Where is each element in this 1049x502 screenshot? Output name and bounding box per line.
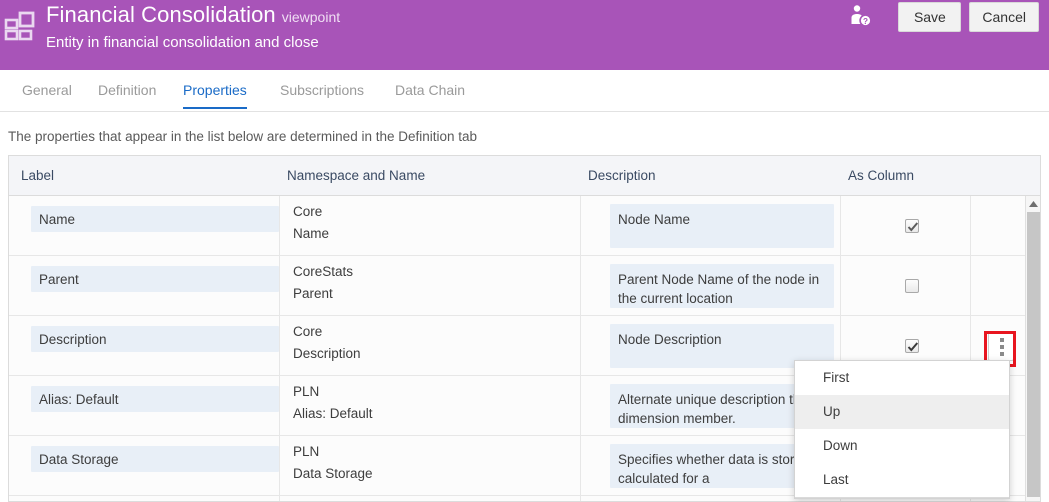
title-line: Financial Consolidation viewpoint bbox=[46, 2, 340, 28]
column-header-description[interactable]: Description bbox=[588, 168, 656, 183]
page-subtitle: Entity in financial consolidation and cl… bbox=[46, 34, 340, 51]
application-window: Financial Consolidation viewpoint Entity … bbox=[0, 0, 1049, 502]
name-value: Data Storage bbox=[293, 466, 373, 481]
row-actions-context-menu: First Up Down Last bbox=[794, 360, 1010, 499]
grid-squares-icon bbox=[4, 9, 36, 41]
menu-item-down[interactable]: Down bbox=[795, 429, 1009, 463]
namespace-value: CoreStats bbox=[293, 264, 353, 279]
header-title-block: Financial Consolidation viewpoint Entity … bbox=[46, 2, 340, 51]
save-button[interactable]: Save bbox=[898, 2, 961, 32]
page-title-suffix: viewpoint bbox=[282, 9, 340, 25]
cell-divider bbox=[580, 316, 581, 375]
description-value[interactable]: Node Name bbox=[610, 204, 834, 248]
as-column-checkbox[interactable] bbox=[905, 219, 919, 233]
name-value: Description bbox=[293, 346, 361, 361]
name-value: Name bbox=[293, 226, 329, 241]
label-value[interactable]: Alias: Default bbox=[31, 386, 279, 412]
cell-divider bbox=[279, 496, 280, 501]
cell-divider bbox=[580, 376, 581, 435]
as-column-checkbox[interactable] bbox=[905, 339, 919, 353]
cell-divider bbox=[279, 436, 280, 495]
namespace-value: PLN bbox=[293, 444, 319, 459]
cell-divider bbox=[580, 496, 581, 501]
cell-divider bbox=[279, 376, 280, 435]
menu-item-first[interactable]: First bbox=[795, 361, 1009, 395]
label-value[interactable]: Parent bbox=[31, 266, 279, 292]
svg-text:?: ? bbox=[863, 17, 868, 26]
name-value: Alias: Default bbox=[293, 406, 373, 421]
page-header: Financial Consolidation viewpoint Entity … bbox=[0, 0, 1049, 70]
cell-divider bbox=[580, 196, 581, 255]
cell-divider bbox=[279, 196, 280, 255]
table-vertical-scrollbar[interactable] bbox=[1025, 196, 1040, 501]
cell-divider bbox=[279, 256, 280, 315]
row-actions-menu-button[interactable] bbox=[988, 331, 1014, 361]
kebab-dot-icon bbox=[1000, 338, 1004, 342]
cell-divider bbox=[970, 196, 971, 255]
page-title: Financial Consolidation bbox=[46, 2, 276, 27]
label-value[interactable]: Description bbox=[31, 326, 279, 352]
column-header-as-column[interactable]: As Column bbox=[848, 168, 914, 183]
tab-subscriptions[interactable]: Subscriptions bbox=[280, 82, 364, 107]
cell-divider bbox=[580, 256, 581, 315]
namespace-value: Core bbox=[293, 324, 322, 339]
kebab-dot-icon bbox=[1000, 345, 1004, 349]
kebab-dot-icon bbox=[1000, 352, 1004, 356]
table-row[interactable]: Name Core Name Node Name bbox=[9, 196, 1040, 256]
cell-divider bbox=[840, 196, 841, 255]
cell-divider bbox=[840, 256, 841, 315]
cell-divider bbox=[279, 316, 280, 375]
cell-divider bbox=[970, 256, 971, 315]
tab-data-chain[interactable]: Data Chain bbox=[395, 82, 465, 107]
label-value[interactable]: Data Storage bbox=[31, 446, 279, 472]
as-column-checkbox[interactable] bbox=[905, 279, 919, 293]
properties-hint-text: The properties that appear in the list b… bbox=[8, 129, 477, 144]
label-value[interactable]: Name bbox=[31, 206, 279, 232]
tab-definition[interactable]: Definition bbox=[98, 82, 156, 107]
tab-general[interactable]: General bbox=[22, 82, 72, 107]
tab-properties[interactable]: Properties bbox=[183, 82, 247, 109]
menu-item-last[interactable]: Last bbox=[795, 463, 1009, 497]
name-value: Parent bbox=[293, 286, 333, 301]
cell-divider bbox=[580, 436, 581, 495]
tab-bar: General Definition Properties Subscripti… bbox=[0, 70, 1049, 112]
scrollbar-thumb[interactable] bbox=[1027, 212, 1040, 497]
description-value[interactable]: Parent Node Name of the node in the curr… bbox=[610, 264, 834, 308]
column-header-label[interactable]: Label bbox=[21, 168, 54, 183]
header-actions: ? Save Cancel bbox=[846, 0, 1039, 45]
column-header-namespace[interactable]: Namespace and Name bbox=[287, 168, 425, 183]
user-help-icon[interactable]: ? bbox=[846, 2, 874, 30]
menu-item-up[interactable]: Up bbox=[795, 395, 1009, 429]
scroll-up-arrow-icon[interactable] bbox=[1026, 196, 1040, 210]
namespace-value: Core bbox=[293, 204, 322, 219]
table-row[interactable]: Parent CoreStats Parent Parent Node Name… bbox=[9, 256, 1040, 316]
table-header-row: Label Namespace and Name Description As … bbox=[9, 156, 1040, 196]
cancel-button[interactable]: Cancel bbox=[969, 2, 1039, 32]
menu-divider bbox=[795, 497, 1009, 498]
namespace-value: PLN bbox=[293, 384, 319, 399]
